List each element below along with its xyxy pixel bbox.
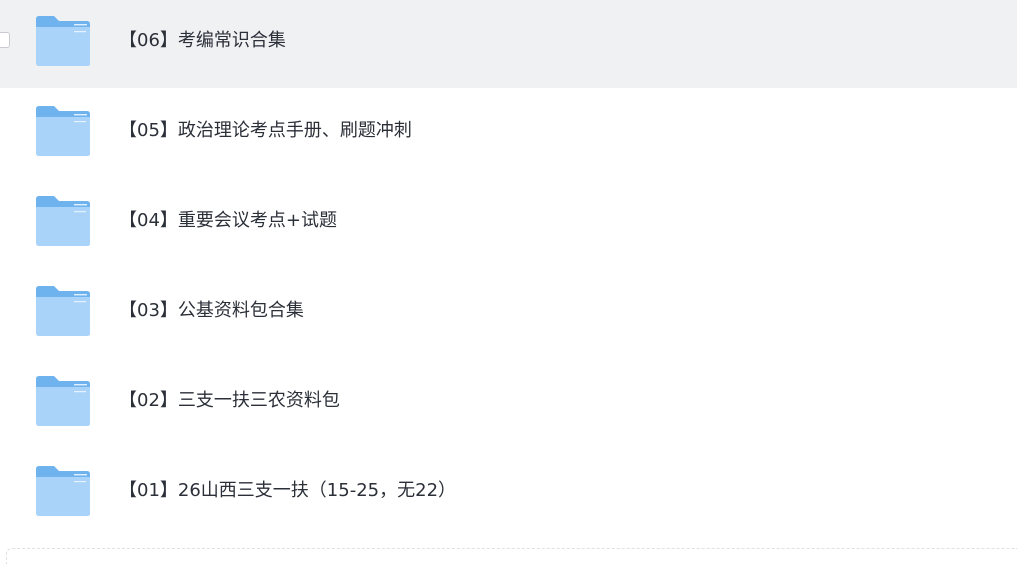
folder-icon bbox=[34, 285, 92, 337]
row-checkbox[interactable] bbox=[0, 32, 10, 48]
folder-icon bbox=[34, 375, 92, 427]
folder-name[interactable]: 【02】三支一扶三农资料包 bbox=[119, 388, 340, 414]
folder-icon bbox=[34, 15, 92, 67]
folder-row[interactable]: 【04】重要会议考点+试题 bbox=[0, 178, 1017, 268]
drop-zone-edge bbox=[6, 548, 1017, 564]
folder-name[interactable]: 【06】考编常识合集 bbox=[119, 28, 286, 54]
folder-name[interactable]: 【05】政治理论考点手册、刷题冲刺 bbox=[119, 118, 412, 144]
folder-icon bbox=[34, 195, 92, 247]
file-list: 【06】考编常识合集 【05】政治理论考点手册、刷题冲刺 【04】重要会议考点+… bbox=[0, 0, 1017, 564]
folder-icon bbox=[34, 105, 92, 157]
folder-row[interactable]: 【06】考编常识合集 bbox=[0, 0, 1017, 88]
folder-row[interactable]: 【03】公基资料包合集 bbox=[0, 268, 1017, 358]
folder-row[interactable]: 【02】三支一扶三农资料包 bbox=[0, 358, 1017, 448]
folder-name[interactable]: 【04】重要会议考点+试题 bbox=[119, 208, 337, 234]
folder-row[interactable]: 【05】政治理论考点手册、刷题冲刺 bbox=[0, 88, 1017, 178]
folder-name[interactable]: 【03】公基资料包合集 bbox=[119, 298, 304, 324]
folder-name[interactable]: 【01】26山西三支一扶（15-25，无22） bbox=[119, 478, 456, 504]
folder-row[interactable]: 【01】26山西三支一扶（15-25，无22） bbox=[0, 448, 1017, 538]
folder-icon bbox=[34, 465, 92, 517]
